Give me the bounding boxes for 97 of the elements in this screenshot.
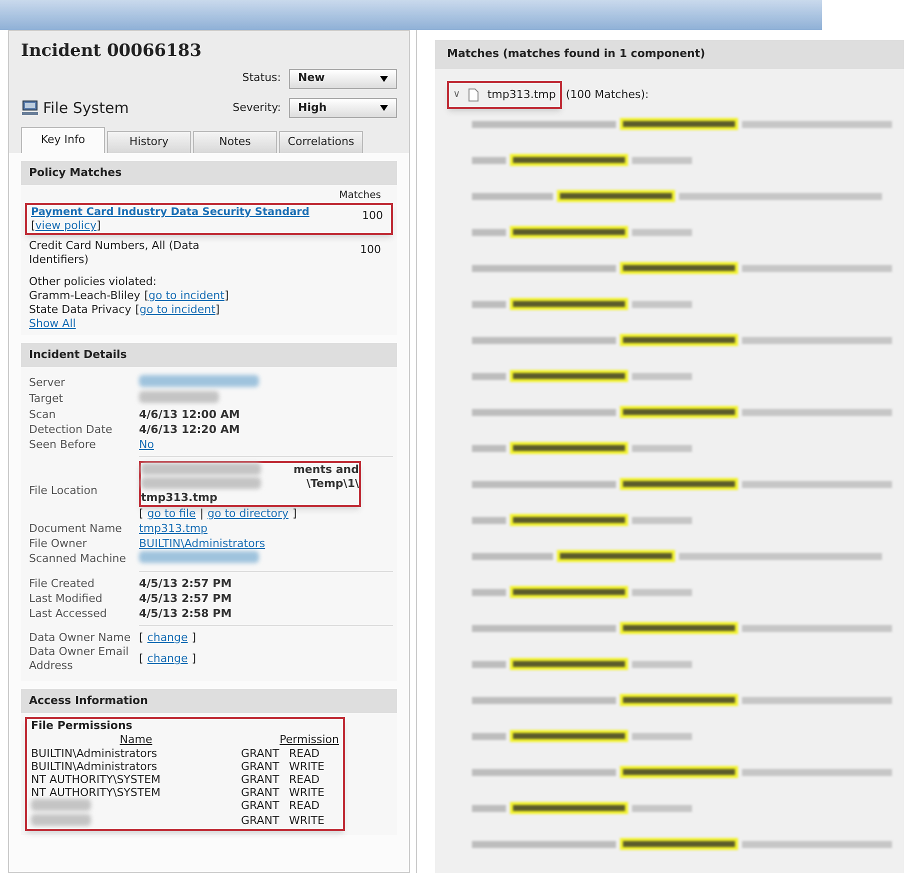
field-label: Server: [29, 376, 66, 390]
source-type: File System: [43, 98, 129, 118]
policy-name: State Data Privacy: [29, 303, 132, 317]
policy-link[interactable]: Payment Card Industry Data Security Standard: [31, 206, 310, 218]
table-cell: NT AUTHORITY\SYSTEM: [31, 786, 161, 799]
field-label: Document Name: [29, 522, 123, 536]
field-value: 4/5/13 2:57 PM: [139, 592, 232, 604]
bracket: ]: [96, 219, 101, 233]
table-cell: WRITE: [289, 760, 324, 773]
bracket: ]: [215, 303, 220, 317]
tab[interactable]: Notes: [193, 131, 277, 153]
bracket: [: [31, 219, 36, 233]
section-header: Access Information: [21, 689, 397, 713]
go-to-file-link[interactable]: go to file: [147, 507, 196, 521]
tab[interactable]: Key Info: [21, 127, 105, 153]
incident-title: Incident 00066183: [21, 40, 203, 63]
status-dropdown[interactable]: New: [289, 68, 397, 88]
path-text: ments and: [293, 463, 359, 477]
file-icon: [468, 88, 480, 102]
field-link[interactable]: No: [139, 438, 154, 450]
bracket: [: [139, 507, 144, 521]
matched-file-row[interactable]: ∨ tmp313.tmp: [447, 80, 562, 109]
expand-toggle[interactable]: ∨: [453, 87, 460, 102]
show-all-link[interactable]: Show All: [29, 317, 76, 330]
match-count: 100: [362, 208, 383, 224]
field-label: Last Modified: [29, 592, 104, 606]
bracket: ]: [192, 630, 196, 644]
table-cell-text: GRANT: [241, 786, 280, 799]
field-value: 4/6/13 12:00 AM: [139, 408, 240, 420]
section-header: Incident Details: [21, 343, 397, 367]
bracket: ]: [224, 289, 229, 303]
field-link[interactable]: tmp313.tmp: [139, 522, 208, 534]
table-cell: READ: [289, 773, 320, 786]
column-header: Name: [118, 733, 154, 747]
match-count: (100 Matches):: [566, 86, 649, 102]
table-cell: BUILTIN\Administrators: [31, 747, 158, 760]
table-cell-text: GRANT: [241, 760, 280, 773]
go-to-incident-link[interactable]: go to incident: [148, 289, 224, 303]
table-cell: WRITE: [289, 814, 324, 829]
status-label: Status:: [242, 70, 281, 86]
go-to-directory-link[interactable]: go to directory: [208, 507, 288, 521]
view-policy-link[interactable]: view policy: [35, 219, 97, 233]
field-label: Last Accessed: [29, 606, 108, 620]
table-cell-text: GRANT: [241, 799, 280, 814]
policy-name: Credit Card Numbers, All (Data Identifiers): [29, 239, 200, 267]
change-link[interactable]: change: [147, 652, 188, 666]
path-text: \Temp\1\: [306, 477, 359, 491]
bracket: [: [144, 289, 149, 303]
match-count: 100: [360, 242, 381, 258]
severity-label: Severity:: [232, 100, 281, 116]
matches-header: Matches (matches found in 1 component): [435, 40, 904, 68]
column-header: Permission: [280, 733, 339, 747]
table-cell: WRITE: [289, 786, 324, 799]
bracket: [: [139, 652, 144, 666]
caret-icon: [380, 76, 388, 82]
table-cell: BUILTIN\Administrators: [31, 760, 158, 773]
table-cell-text: GRANT: [241, 747, 280, 760]
field-link[interactable]: BUILTIN\Administrators: [139, 536, 266, 550]
severity-dropdown[interactable]: High: [289, 98, 397, 118]
path-text: tmp313.tmp: [141, 491, 218, 505]
go-to-incident-link[interactable]: go to incident: [140, 303, 216, 317]
tab[interactable]: History: [107, 131, 191, 153]
field-value: 4/6/13 12:20 AM: [139, 422, 240, 436]
policy-name: Gramm-Leach-Bliley: [29, 289, 140, 303]
change-link[interactable]: change: [147, 630, 188, 644]
tab[interactable]: Correlations: [279, 131, 363, 153]
bracket: [: [135, 303, 140, 317]
field-label: File Owner: [29, 536, 88, 550]
field-label: Seen Before: [29, 438, 97, 452]
table-cell: NT AUTHORITY\SYSTEM: [31, 773, 161, 786]
section-header: Policy Matches: [21, 161, 397, 185]
field-label: Detection Date: [29, 422, 114, 436]
field-label: Scan: [29, 408, 57, 422]
table-cell-text: GRANT: [241, 773, 280, 786]
column-heading: Matches: [338, 189, 382, 203]
field-label: Data Owner Email Address: [29, 645, 130, 673]
bracket: [: [139, 630, 144, 644]
caret-icon: [380, 104, 388, 111]
field-label: Target: [29, 392, 64, 406]
other-policies-heading: Other policies violated:: [29, 275, 158, 289]
table-cell: READ: [289, 799, 320, 814]
redacted-text: [31, 814, 91, 826]
file-name: tmp313.tmp: [487, 86, 556, 102]
table-cell: READ: [289, 747, 320, 760]
field-label: File Created: [29, 576, 96, 590]
table-cell-text: GRANT: [241, 814, 280, 829]
bracket: ]: [192, 652, 196, 666]
field-value: 4/5/13 2:57 PM: [139, 576, 232, 590]
field-label: Data Owner Name: [29, 630, 132, 644]
bracket: ]: [292, 507, 297, 521]
field-value: 4/5/13 2:58 PM: [139, 606, 232, 620]
field-label: File Location: [29, 484, 98, 498]
field-label: Scanned Machine: [29, 552, 128, 566]
separator: |: [200, 507, 204, 521]
computer-icon: [21, 100, 39, 116]
table-title: File Permissions: [31, 719, 134, 733]
redacted-text: [31, 799, 91, 811]
